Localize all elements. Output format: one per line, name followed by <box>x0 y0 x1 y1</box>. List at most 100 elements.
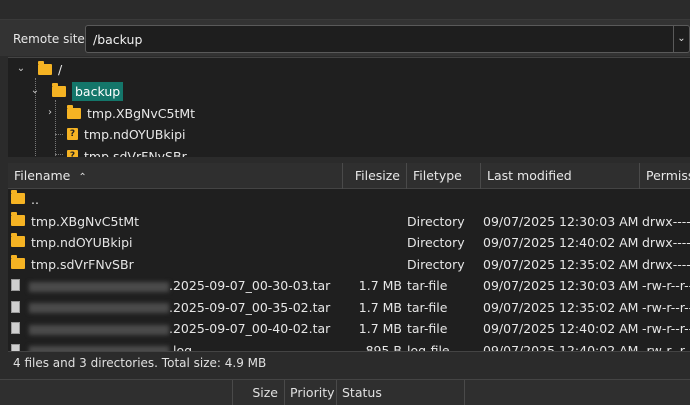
tree-guide-line <box>55 154 63 155</box>
unknown-folder-icon: ? <box>67 128 78 140</box>
column-header-filename[interactable]: Filename ⌃ <box>8 163 343 189</box>
tree-item-tmp-ndoyubkipi[interactable]: ? tmp.ndOYUBkipi <box>67 124 185 144</box>
status-summary: 4 files and 3 directories. Total size: 4… <box>13 356 267 370</box>
file-size <box>343 254 402 275</box>
file-size: 1.7 MB <box>358 321 402 336</box>
top-strip <box>0 0 690 20</box>
folder-icon <box>11 190 25 204</box>
file-icon <box>11 279 20 291</box>
file-icon <box>11 300 20 313</box>
file-row[interactable]: .log 895 B log-file 09/07/2025 12:40:02 … <box>8 340 690 352</box>
column-header-label: Filesize <box>354 168 400 183</box>
file-permissions: -rw-r--r-- <box>642 342 690 352</box>
column-header-filesize[interactable]: Filesize <box>343 163 407 189</box>
column-header-label: Last modified <box>487 168 572 183</box>
remote-site-bar: Remote site: ⌄ <box>0 20 690 56</box>
file-row[interactable]: .2025-09-07_00-40-02.tar 1.7 MB tar-file… <box>8 318 690 340</box>
tree-item-label: tmp.sdVrFNvSBr <box>84 148 187 158</box>
queue-column-label: Status <box>342 385 382 400</box>
queue-column-priority[interactable]: Priority <box>285 380 337 405</box>
file-name: .2025-09-07_00-30-03.tar <box>169 278 331 293</box>
file-name: tmp.XBgNvC5tMt <box>31 213 140 229</box>
column-header-label: Filetype <box>413 168 462 183</box>
tree-item-label: / <box>58 61 63 77</box>
queue-header: Size Priority Status <box>0 379 690 405</box>
file-list-status-bar: 4 files and 3 directories. Total size: 4… <box>8 351 690 373</box>
file-modified: 09/07/2025 12:40:02 AM <box>483 342 639 352</box>
file-type: tar-file <box>407 278 448 293</box>
queue-column-label: Size <box>252 385 278 400</box>
folder-icon <box>67 104 81 119</box>
file-size: 1.7 MB <box>358 278 402 293</box>
tree-item-label: tmp.ndOYUBkipi <box>84 126 186 142</box>
tree-item-tmp-xbgnvc5tmt[interactable]: › tmp.XBgNvC5tMt <box>45 103 195 123</box>
file-type: tar-file <box>407 321 448 336</box>
chevron-right-icon[interactable]: › <box>45 108 55 118</box>
file-name: .log <box>169 342 193 352</box>
file-permissions: -rw-r--r-- <box>642 299 690 315</box>
queue-column-status[interactable]: Status <box>337 380 465 405</box>
file-size: 1.7 MB <box>358 299 402 315</box>
file-row[interactable]: tmp.ndOYUBkipi Directory 09/07/2025 12:4… <box>8 232 690 254</box>
file-row[interactable]: .2025-09-07_00-35-02.tar 1.7 MB tar-file… <box>8 297 690 319</box>
column-header-permissions[interactable]: Permissi <box>640 163 690 189</box>
redacted-text <box>29 324 169 335</box>
remote-site-input[interactable] <box>86 26 674 52</box>
file-modified: 09/07/2025 12:35:02 AM <box>483 256 639 272</box>
file-modified: 09/07/2025 12:30:03 AM <box>483 278 639 293</box>
tree-guide-line <box>55 134 63 135</box>
chevron-down-icon[interactable]: ⌄ <box>30 86 40 96</box>
file-name: tmp.sdVrFNvSBr <box>31 256 134 272</box>
file-row[interactable]: .2025-09-07_00-30-03.tar 1.7 MB tar-file… <box>8 275 690 297</box>
column-header-last-modified[interactable]: Last modified <box>481 163 640 189</box>
remote-directory-tree[interactable]: ⌄ / ⌄ backup › tmp.XBgNvC5tMt ? tmp.ndOY… <box>8 57 690 157</box>
redacted-text <box>29 303 169 313</box>
remote-site-combobox[interactable]: ⌄ <box>85 25 690 53</box>
tree-item-root[interactable]: ⌄ / <box>16 59 62 79</box>
file-size <box>343 211 402 232</box>
file-row[interactable]: tmp.sdVrFNvSBr Directory 09/07/2025 12:3… <box>8 254 690 276</box>
file-type: Directory <box>407 256 465 272</box>
file-type: tar-file <box>407 299 448 315</box>
redacted-text <box>29 281 169 292</box>
tree-item-tmp-sdvrfnvsbr[interactable]: ? tmp.sdVrFNvSBr <box>67 146 187 157</box>
remote-site-label: Remote site: <box>13 32 89 46</box>
file-permissions: -rw-r--r-- <box>642 321 690 336</box>
folder-icon <box>38 60 52 75</box>
file-permissions: drwx------ <box>642 213 690 229</box>
file-modified: 09/07/2025 12:40:02 AM <box>483 235 639 250</box>
file-row-parent[interactable]: .. <box>8 189 690 211</box>
column-header-label: Permissi <box>646 168 690 183</box>
file-permissions: drwx------ <box>642 235 690 250</box>
folder-icon <box>11 233 25 247</box>
file-list-header: Filename ⌃ Filesize Filetype Last modifie… <box>8 163 690 189</box>
queue-column-size[interactable]: Size <box>233 380 285 405</box>
file-row[interactable]: tmp.XBgNvC5tMt Directory 09/07/2025 12:3… <box>8 211 690 233</box>
chevron-down-icon[interactable]: ⌄ <box>16 64 26 74</box>
file-type: Directory <box>407 213 465 229</box>
file-permissions: -rw-r--r-- <box>642 278 690 293</box>
file-permissions: drwx------ <box>642 256 690 272</box>
chevron-down-icon[interactable]: ⌄ <box>673 26 689 52</box>
file-name: .2025-09-07_00-35-02.tar <box>169 299 331 315</box>
column-header-filetype[interactable]: Filetype <box>407 163 481 189</box>
tree-item-label: backup <box>72 81 124 101</box>
file-name: tmp.ndOYUBkipi <box>31 235 133 250</box>
queue-column-server-file[interactable] <box>0 380 233 405</box>
file-modified: 09/07/2025 12:35:02 AM <box>483 299 639 315</box>
sort-ascending-icon: ⌃ <box>78 172 87 183</box>
file-type: log-file <box>407 342 450 352</box>
unknown-folder-icon: ? <box>67 150 78 157</box>
file-name: .2025-09-07_00-40-02.tar <box>169 321 331 336</box>
file-size <box>343 232 402 253</box>
file-modified: 09/07/2025 12:30:03 AM <box>483 213 639 229</box>
tree-item-label: tmp.XBgNvC5tMt <box>87 105 196 121</box>
file-icon <box>11 343 20 351</box>
folder-icon <box>52 82 66 97</box>
file-name: .. <box>31 192 39 207</box>
tree-item-backup[interactable]: ⌄ backup <box>30 81 124 101</box>
folder-icon <box>11 211 25 226</box>
queue-column-label: Priority <box>290 385 335 400</box>
column-header-label: Filename <box>14 168 71 183</box>
remote-file-list[interactable]: Filename ⌃ Filesize Filetype Last modifie… <box>8 163 690 351</box>
